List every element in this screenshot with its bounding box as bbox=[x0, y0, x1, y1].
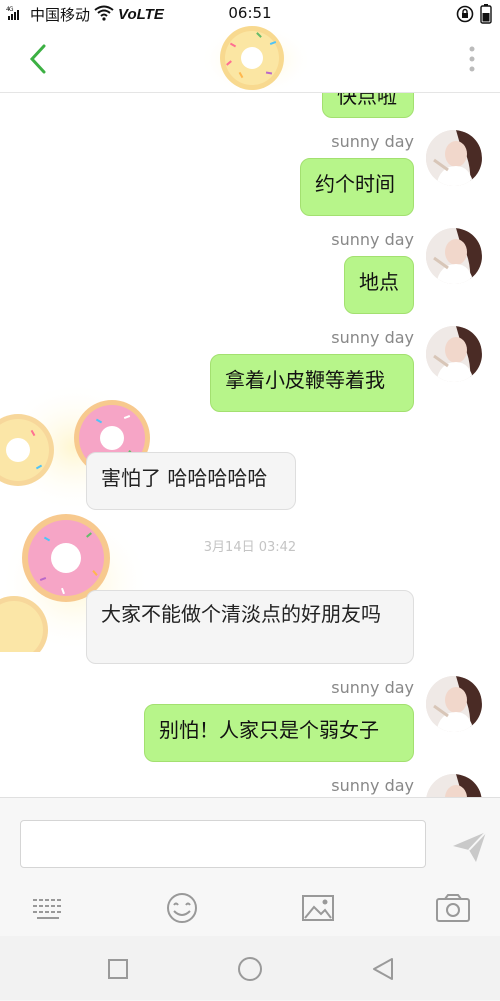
sender-name: sunny day bbox=[331, 230, 414, 249]
sender-name: sunny day bbox=[331, 328, 414, 347]
keyboard-button[interactable] bbox=[28, 888, 68, 928]
avatar[interactable] bbox=[426, 228, 482, 284]
message-text: 快点啦 bbox=[337, 92, 397, 108]
back-button[interactable] bbox=[24, 42, 54, 76]
chevron-left-icon bbox=[29, 44, 46, 74]
message-text: 害怕了 哈哈哈哈哈 bbox=[101, 466, 268, 490]
message-bubble-partial[interactable]: 快点啦 bbox=[322, 92, 414, 118]
keyboard-icon bbox=[33, 899, 63, 919]
message-bubble[interactable]: 约个时间 bbox=[300, 158, 414, 216]
emoji-icon bbox=[167, 893, 197, 923]
navigation-bar bbox=[0, 936, 500, 1000]
avatar[interactable] bbox=[426, 774, 482, 797]
status-right bbox=[456, 4, 492, 28]
message-bubble[interactable]: 地点 bbox=[344, 256, 414, 314]
message-input[interactable] bbox=[20, 820, 426, 868]
battery-icon bbox=[480, 4, 492, 28]
more-vertical-icon bbox=[469, 46, 475, 72]
recent-apps-icon bbox=[108, 959, 128, 979]
image-button[interactable] bbox=[298, 888, 338, 928]
sender-name: sunny day bbox=[331, 132, 414, 151]
avatar[interactable] bbox=[426, 326, 482, 382]
sender-name: sunny day bbox=[331, 678, 414, 697]
message-bubble[interactable]: 别怕！人家只是个弱女子 bbox=[144, 704, 414, 762]
emoji-button[interactable] bbox=[162, 888, 202, 928]
home-button[interactable] bbox=[235, 954, 265, 984]
message-text: 地点 bbox=[359, 270, 399, 294]
message-text: 拿着小皮鞭等着我 bbox=[225, 368, 385, 392]
message-text: 大家不能做个清淡点的好朋友吗 bbox=[101, 602, 381, 626]
user-photo-icon bbox=[426, 326, 482, 382]
back-icon bbox=[373, 958, 393, 980]
home-icon bbox=[238, 957, 262, 981]
user-photo-icon bbox=[426, 130, 482, 186]
sender-name: sunny day bbox=[331, 776, 414, 795]
more-button[interactable] bbox=[466, 44, 478, 74]
image-icon bbox=[302, 895, 334, 921]
recent-apps-button[interactable] bbox=[103, 954, 133, 984]
send-icon bbox=[453, 831, 487, 862]
message-text: 别怕！人家只是个弱女子 bbox=[159, 718, 379, 742]
camera-icon bbox=[436, 894, 470, 922]
chat-header bbox=[0, 24, 500, 96]
send-button[interactable] bbox=[450, 826, 490, 866]
message-text: 约个时间 bbox=[315, 172, 395, 196]
avatar[interactable] bbox=[426, 676, 482, 732]
donut-icon bbox=[200, 24, 312, 96]
camera-button[interactable] bbox=[433, 888, 473, 928]
rotation-lock-icon bbox=[456, 5, 474, 27]
message-bubble[interactable]: 大家不能做个清淡点的好朋友吗 bbox=[86, 590, 414, 664]
contact-avatar[interactable] bbox=[200, 22, 320, 98]
clock: 06:51 bbox=[228, 4, 272, 22]
user-photo-icon bbox=[426, 676, 482, 732]
user-photo-icon bbox=[426, 774, 482, 797]
nav-back-button[interactable] bbox=[368, 954, 398, 984]
user-photo-icon bbox=[426, 228, 482, 284]
avatar[interactable] bbox=[426, 130, 482, 186]
message-list[interactable]: 快点啦 sunny day 约个时间 sunny day 地点 sunny da… bbox=[0, 92, 500, 797]
message-bubble[interactable]: 拿着小皮鞭等着我 bbox=[210, 354, 414, 412]
message-bubble[interactable]: 害怕了 哈哈哈哈哈 bbox=[86, 452, 296, 510]
